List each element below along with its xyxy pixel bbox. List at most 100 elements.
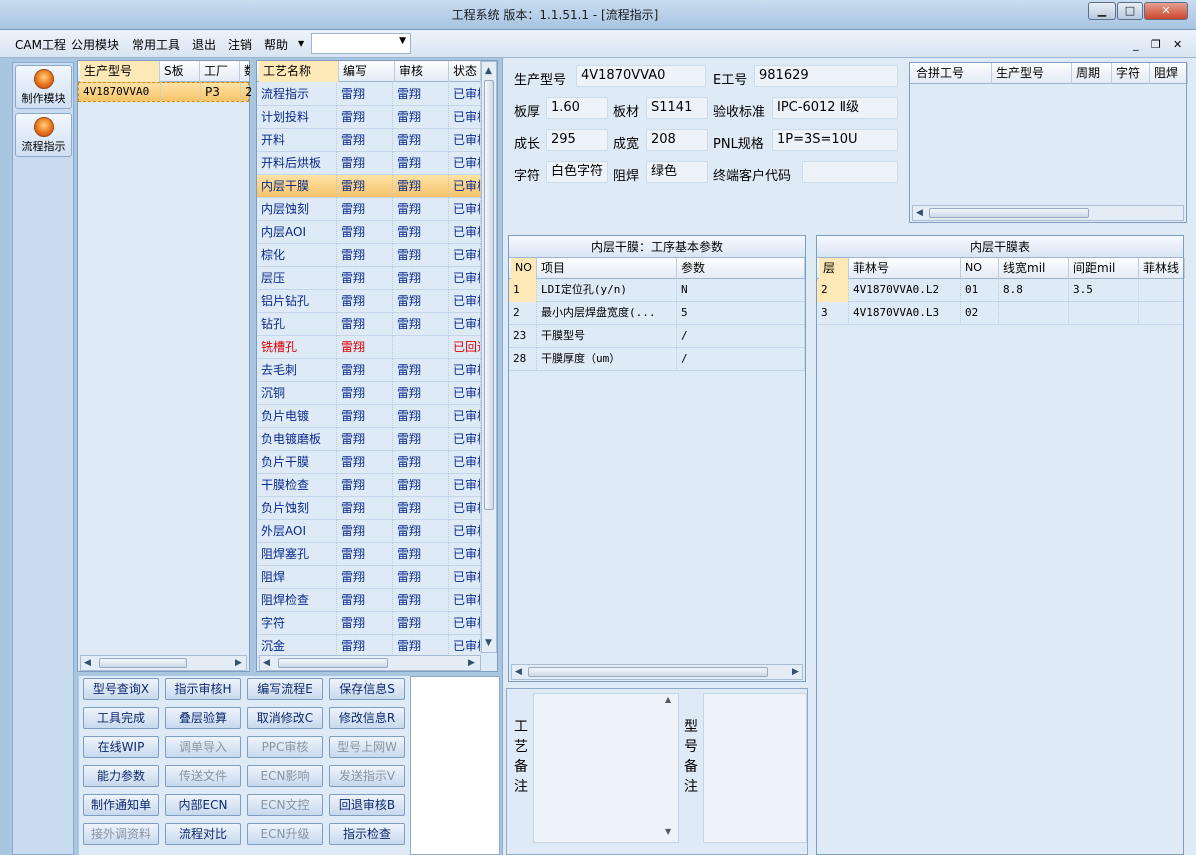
scroll-left-icon[interactable]: ◀ [515,665,522,679]
col-layer[interactable]: 层 [819,258,849,279]
mdi-minimize-button[interactable]: _ [1133,38,1139,51]
menu-combo-box[interactable]: ▼ [311,33,411,54]
scroll-right-icon[interactable]: ▶ [468,656,475,670]
col-line-width[interactable]: 线宽mil [999,258,1069,279]
process-grid-hscroll[interactable]: ◀ ▶ [259,655,481,671]
mdi-close-button[interactable]: ✕ [1173,38,1182,51]
table-row[interactable]: 干膜检查雷翔雷翔已审核 [257,474,481,497]
model-note-field[interactable] [703,693,807,843]
length-field[interactable]: 295 [546,129,608,151]
table-row[interactable]: 层压雷翔雷翔已审核 [257,267,481,290]
scroll-right-icon[interactable]: ▶ [235,656,242,670]
action-button[interactable]: 在线WIP [83,736,159,758]
col-process-name[interactable]: 工艺名称 [259,61,339,82]
scroll-down-icon[interactable]: ▼ [665,827,671,836]
table-row[interactable]: 2 最小内层焊盘宽度(... 5 [509,302,805,325]
scroll-down-icon[interactable]: ▼ [485,636,492,650]
col-no[interactable]: NO [511,258,537,279]
table-row[interactable]: 内层干膜雷翔雷翔已审核 [257,175,481,198]
process-grid-vscroll[interactable]: ▲ ▼ [481,61,497,653]
table-row[interactable]: 内层AOI雷翔雷翔已审核 [257,221,481,244]
part-grid-hscroll[interactable]: ◀ ▶ [80,655,247,671]
legend-field[interactable]: 白色字符 [546,161,608,183]
action-button[interactable]: 保存信息S [329,678,405,700]
table-row[interactable]: 内层蚀刻雷翔雷翔已审核 [257,198,481,221]
menu-logout[interactable]: 注销 [228,36,252,53]
col-auditor[interactable]: 审核 [395,61,449,82]
table-row[interactable]: 2 4V1870VVA0.L2 01 8.8 3.5 [817,279,1183,302]
col-factory[interactable]: 工厂 [200,61,240,82]
action-button[interactable]: 指示检查 [329,823,405,845]
scroll-left-icon[interactable]: ◀ [916,206,923,220]
table-row[interactable]: 铣槽孔雷翔 已回退 [257,336,481,359]
table-row[interactable]: 沉铜雷翔雷翔已审核 [257,382,481,405]
col-merge-legend[interactable]: 字符 [1112,63,1150,84]
table-row[interactable]: 负片干膜雷翔雷翔已审核 [257,451,481,474]
col-spacing[interactable]: 间距mil [1069,258,1139,279]
action-button[interactable]: PPC审核 [247,736,323,758]
table-row[interactable]: 开料雷翔雷翔已审核 [257,129,481,152]
col-film-no[interactable]: 菲林号 [849,258,961,279]
table-row[interactable]: 去毛刺雷翔雷翔已审核 [257,359,481,382]
table-row[interactable]: 流程指示雷翔雷翔已审核 [257,83,481,106]
col-s-board[interactable]: S板 [160,61,200,82]
menu-common-tools[interactable]: 常用工具 [132,36,180,53]
action-button[interactable]: 型号查询X [83,678,159,700]
thickness-field[interactable]: 1.60 [546,97,608,119]
menu-help[interactable]: 帮助 [264,36,288,53]
col-merge-cycle[interactable]: 周期 [1072,63,1112,84]
menu-exit[interactable]: 退出 [192,36,216,53]
col-writer[interactable]: 编写 [339,61,395,82]
action-button[interactable]: 修改信息R [329,707,405,729]
model-field[interactable]: 4V1870VVA0 [576,65,706,87]
solder-mask-field[interactable]: 绿色 [646,161,708,183]
scroll-up-icon[interactable]: ▲ [485,64,492,78]
col-film-line[interactable]: 菲林线 [1139,258,1185,279]
process-note-field[interactable] [533,693,679,843]
params-hscroll[interactable]: ◀ ▶ [511,664,803,680]
action-button[interactable]: 型号上网W [329,736,405,758]
action-button[interactable]: 能力参数 [83,765,159,787]
module-production[interactable]: 制作模块 [15,65,72,109]
col-merge-mask[interactable]: 阻焊 [1150,63,1188,84]
table-row[interactable]: 外层AOI雷翔雷翔已审核 [257,520,481,543]
table-row[interactable]: 阻焊检查雷翔雷翔已审核 [257,589,481,612]
action-button[interactable]: 指示审核H [165,678,241,700]
action-button[interactable]: 内部ECN [165,794,241,816]
merge-grid-hscroll[interactable]: ◀ [912,205,1184,221]
action-button[interactable]: ECN升级 [247,823,323,845]
table-row[interactable]: 28 干膜厚度（um） / [509,348,805,371]
scroll-thumb[interactable] [99,658,187,668]
table-row[interactable]: 负片电镀雷翔雷翔已审核 [257,405,481,428]
table-row[interactable]: 铝片钻孔雷翔雷翔已审核 [257,290,481,313]
table-row[interactable]: 计划投料雷翔雷翔已审核 [257,106,481,129]
customer-code-field[interactable] [802,161,898,183]
scroll-thumb[interactable] [929,208,1089,218]
action-button[interactable]: ECN文控 [247,794,323,816]
table-row[interactable]: 负电镀磨板雷翔雷翔已审核 [257,428,481,451]
e-number-field[interactable]: 981629 [754,65,898,87]
action-button[interactable]: 回退审核B [329,794,405,816]
action-button[interactable]: 编写流程E [247,678,323,700]
scroll-right-icon[interactable]: ▶ [792,665,799,679]
scroll-thumb[interactable] [484,80,494,510]
action-button[interactable]: 工具完成 [83,707,159,729]
action-button[interactable]: 调单导入 [165,736,241,758]
table-row[interactable]: 3 4V1870VVA0.L3 02 [817,302,1183,325]
col-count[interactable]: 数 [240,61,251,82]
action-button[interactable]: 流程对比 [165,823,241,845]
scroll-thumb[interactable] [528,667,768,677]
col-merge-model[interactable]: 生产型号 [992,63,1072,84]
action-button[interactable]: 叠层验算 [165,707,241,729]
minimize-button[interactable]: ▁ [1088,2,1116,20]
scroll-up-icon[interactable]: ▲ [665,695,671,704]
action-button[interactable]: 制作通知单 [83,794,159,816]
action-button[interactable]: ECN影响 [247,765,323,787]
col-status[interactable]: 状态 [449,61,481,82]
scroll-left-icon[interactable]: ◀ [263,656,270,670]
table-row[interactable]: 1 LDI定位孔(y/n) N [509,279,805,302]
table-row[interactable]: 4V1870VVA0 P3 2 [78,82,252,103]
col-value[interactable]: 参数 [677,258,805,279]
material-field[interactable]: S1141 [646,97,708,119]
table-row[interactable]: 负片蚀刻雷翔雷翔已审核 [257,497,481,520]
